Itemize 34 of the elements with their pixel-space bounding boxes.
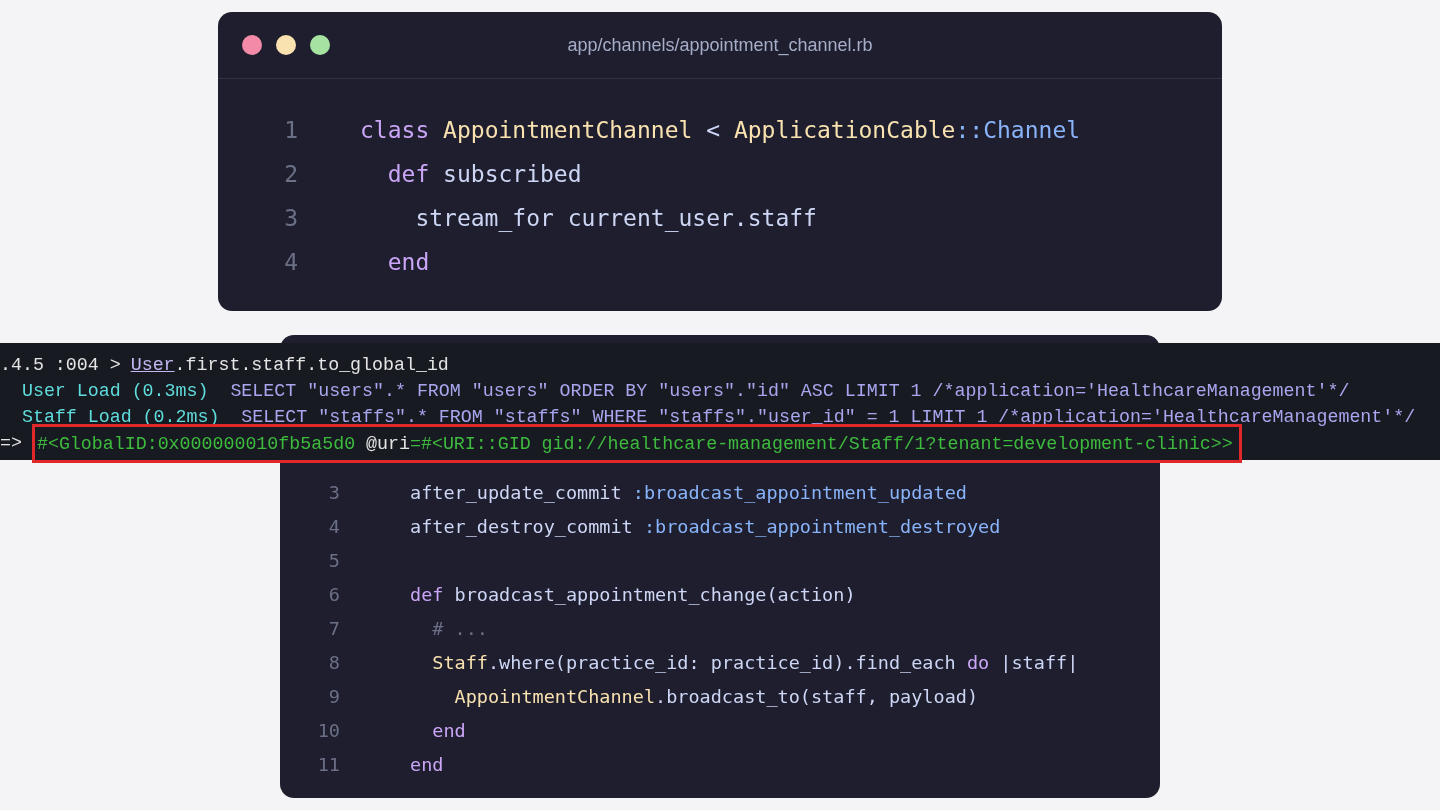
- line-number: 11: [316, 753, 340, 777]
- line-number: 1: [283, 116, 298, 145]
- line-number: 3: [283, 204, 298, 233]
- code-line: stream_for current_user.staff: [414, 204, 817, 234]
- console-output: User.first.staff.to_global_id: [130, 354, 449, 377]
- code-line: def subscribed: [386, 160, 582, 189]
- line-number: 6: [327, 583, 340, 607]
- console-output: User Load (0.3ms) SELECT "users".* FROM "users" ORDER BY "users"."id" ASC LIMIT 1 /*application='HealthcareManagement'*/: [20, 380, 1350, 403]
- prompt-text: =>: [0, 432, 22, 455]
- code-line: Staff.where(practice_id: practice_id).find_each do |staff|: [431, 651, 1079, 675]
- line-number: 5: [327, 549, 340, 573]
- code-line: def broadcast_appointment_change(action): [410, 583, 856, 607]
- maximize-button[interactable]: [310, 35, 330, 55]
- code-line: after_destroy_commit :broadcast_appointment_destroyed: [410, 515, 1001, 539]
- line-number: 4: [327, 515, 340, 539]
- code-line: # ...: [431, 617, 488, 641]
- code-line: class AppointmentChannel < ApplicationCable::Channel: [360, 116, 1081, 145]
- code-line: end: [410, 753, 444, 777]
- highlighted-console-output: #<GlobalID:0x000000010fb5a5d0 @uri=#<URI::GID gid://healthcare-management/Staff/1?tenant=development-clinic>>: [31, 423, 1242, 463]
- line-number: 4: [283, 248, 298, 277]
- code-line: end: [431, 719, 466, 743]
- minimize-button[interactable]: [276, 35, 296, 55]
- line-number: 10: [316, 719, 340, 743]
- code-line: after_update_commit :broadcast_appointment_updated: [410, 481, 967, 505]
- line-number: 9: [327, 685, 340, 709]
- line-number: 3: [327, 481, 340, 505]
- prompt-text: .4.5 :004 >: [0, 354, 121, 377]
- line-number: 2: [283, 160, 298, 189]
- line-number: 8: [327, 651, 340, 675]
- line-number: 7: [327, 617, 340, 641]
- window-title: app/channels/appointment_channel.rb: [567, 34, 873, 56]
- close-button[interactable]: [242, 35, 262, 55]
- code-line: AppointmentChannel.broadcast_to(staff, payload): [453, 685, 979, 709]
- code-line: end: [386, 248, 430, 277]
